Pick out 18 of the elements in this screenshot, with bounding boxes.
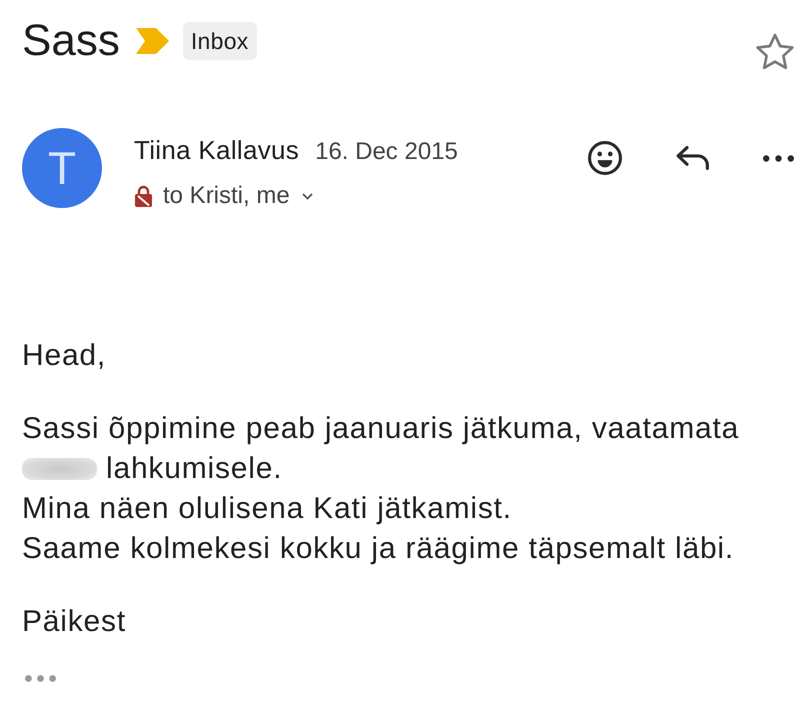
show-trimmed-content-button[interactable]	[25, 675, 56, 682]
subject-title: Sass	[22, 16, 120, 66]
body-text-line: Saame kolmekesi kokku ja räägime täpsemalt läbi.	[22, 531, 734, 567]
sender-avatar: T	[22, 128, 102, 208]
reply-arrow-icon	[675, 146, 710, 170]
body-text-line: Mina näen olulisena Kati jätkamist.	[22, 491, 512, 527]
body-text-line: Päikest	[22, 604, 126, 640]
more-dots-icon	[763, 154, 794, 162]
sender-name: Tiina Kallavus	[134, 134, 300, 166]
smiley-icon	[588, 141, 622, 175]
label-chip: Inbox	[182, 22, 257, 60]
body-text-line: Head,	[22, 338, 106, 374]
ellipsis-icon	[25, 675, 56, 682]
recipients-toggle[interactable]: to Kristi, me	[163, 180, 313, 212]
body-text-line: Sassi õppimine peab jaanuaris jätkuma, vaatamata	[22, 411, 740, 447]
caret-down-icon	[302, 192, 313, 200]
body-text-line: lahkumisele.	[106, 451, 282, 487]
message-date: 16. Dec 2015	[315, 137, 458, 167]
